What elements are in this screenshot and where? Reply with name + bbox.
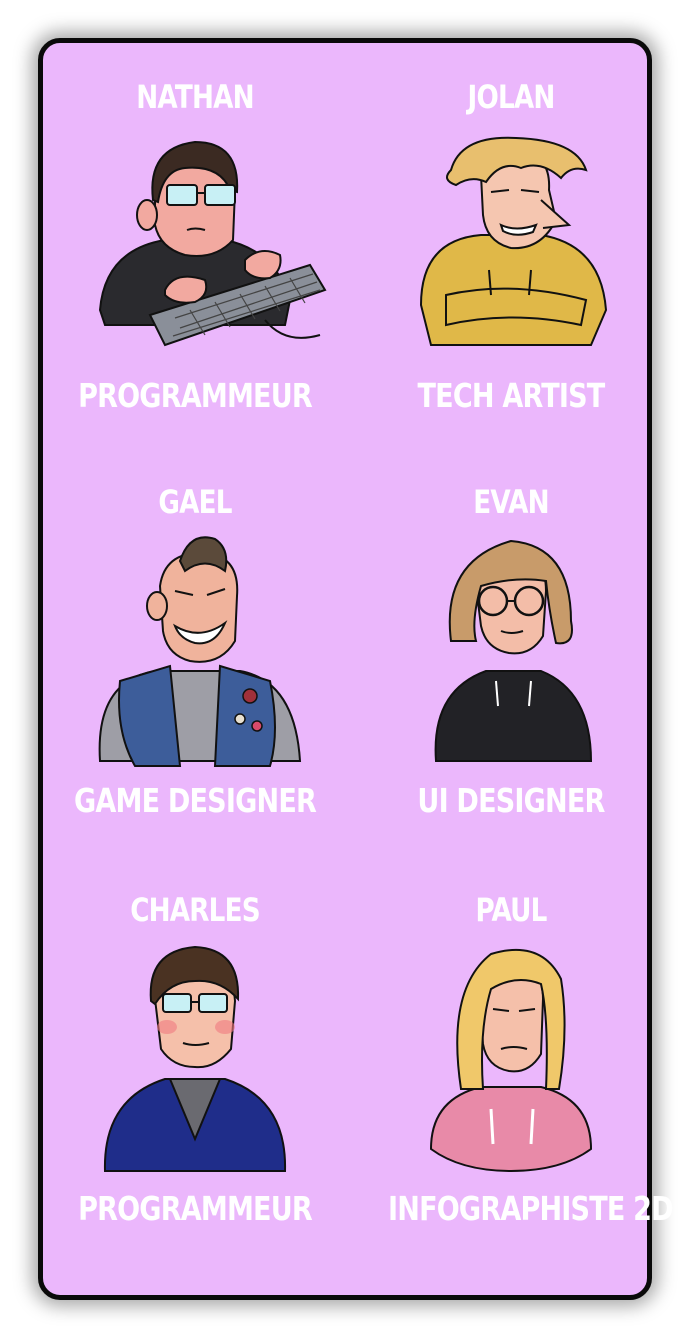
person-grinning-vest-icon (98, 536, 302, 767)
member-role: GAME DESIGNER (73, 781, 317, 820)
member-name: JOLAN (467, 78, 556, 116)
member-role: INFOGRAPHISTE 2D (388, 1189, 674, 1228)
member-name: PAUL (475, 891, 547, 929)
person-long-hair-glasses-icon (434, 539, 593, 762)
member-name: NATHAN (136, 78, 254, 116)
person-blond-long-hair-icon (429, 948, 593, 1173)
team-card: NATHAN PROGRAMMEUR JOLAN TECH ARTIST GAE… (38, 38, 674, 1300)
member-role: TECH ARTIST (417, 376, 606, 415)
team-member-paul: PAUL INFOGRAPHISTE 2D (361, 891, 674, 1231)
member-role: PROGRAMMEUR (78, 376, 313, 415)
team-member-charles: CHARLES PROGRAMMEUR (45, 891, 345, 1231)
member-name: GAEL (158, 483, 232, 521)
team-member-nathan: NATHAN PROGRAMMEUR (45, 78, 345, 418)
member-role: PROGRAMMEUR (78, 1189, 313, 1228)
person-typing-keyboard-icon (98, 140, 327, 347)
member-role: UI DESIGNER (417, 781, 605, 820)
team-member-evan: EVAN UI DESIGNER (361, 483, 661, 823)
member-name: CHARLES (130, 891, 260, 929)
member-name: EVAN (473, 483, 549, 521)
team-member-gael: GAEL GAME DESIGNER (45, 483, 345, 823)
person-blazer-glasses-icon (103, 945, 287, 1172)
person-blond-arms-crossed-icon (419, 136, 608, 346)
team-member-jolan: JOLAN TECH ARTIST (361, 78, 661, 418)
